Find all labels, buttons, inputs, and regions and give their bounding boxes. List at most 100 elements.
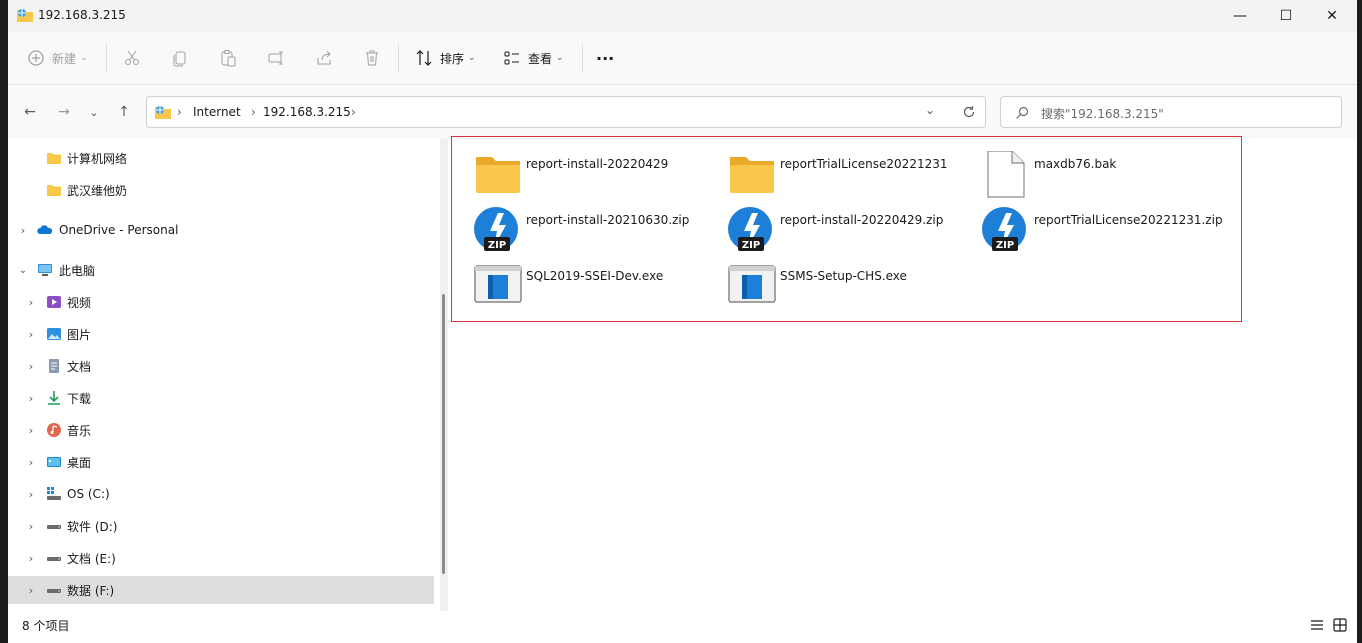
item-count: 8 个项目 [22, 619, 70, 633]
back-arrow-icon: ← [24, 104, 36, 120]
rename-icon [268, 51, 283, 65]
cut-button[interactable] [122, 45, 142, 71]
title-bar: 192.168.3.215 — ☐ ✕ [8, 0, 1357, 32]
sidebar-item-documents[interactable]: › 文档 [8, 352, 434, 380]
chevron-right-icon[interactable]: › [25, 328, 37, 341]
breadcrumb-separator-icon: › [177, 105, 182, 119]
chevron-right-icon[interactable]: › [25, 360, 37, 373]
chevron-down-icon[interactable]: ⌄ [17, 265, 29, 276]
sidebar-item-label: 计算机网络 [67, 151, 128, 166]
breadcrumb-host[interactable]: 192.168.3.215 [263, 105, 351, 119]
breadcrumb-separator-icon: › [251, 105, 256, 119]
minimize-icon: — [1233, 8, 1247, 24]
new-label: 新建 [52, 51, 77, 66]
details-view-button[interactable] [1308, 616, 1326, 634]
minimize-button[interactable]: — [1217, 0, 1263, 32]
recent-locations-button[interactable]: ⌄ [82, 101, 106, 123]
sidebar-item-onedrive[interactable]: › OneDrive - Personal [8, 216, 434, 244]
view-label: 查看 [528, 51, 553, 66]
drive-icon [47, 589, 61, 593]
copy-icon [173, 51, 186, 67]
breadcrumb-internet[interactable]: Internet [193, 105, 241, 119]
explorer-window: 192.168.3.215 — ☐ ✕ 新建 ⌄ 排序 ⌄ 查看 ⌄ ··· ←… [8, 0, 1357, 643]
sidebar-item-label: OS (C:) [67, 487, 110, 501]
sidebar-item-label: 桌面 [67, 455, 92, 470]
paste-icon [221, 50, 236, 67]
sidebar-item-label: 图片 [67, 327, 92, 342]
forward-button[interactable]: → [52, 101, 76, 123]
maximize-icon: ☐ [1279, 8, 1293, 24]
large-icons-view-button[interactable] [1331, 616, 1349, 634]
refresh-icon[interactable] [962, 105, 976, 119]
maximize-button[interactable]: ☐ [1263, 0, 1309, 32]
sidebar-scrollbar[interactable] [440, 139, 448, 611]
share-icon [317, 50, 331, 65]
sidebar-item-music[interactable]: › 音乐 [8, 416, 434, 444]
chevron-right-icon[interactable]: › [25, 552, 37, 565]
new-button[interactable]: 新建 ⌄ [26, 45, 88, 71]
forward-arrow-icon: → [58, 104, 70, 120]
chevron-right-icon[interactable]: › [17, 224, 29, 237]
chevron-down-icon: ⌄ [468, 53, 476, 63]
up-arrow-icon: ↑ [118, 104, 130, 120]
chevron-right-icon[interactable]: › [25, 456, 37, 469]
documents-icon [49, 359, 59, 373]
toolbar-divider [398, 44, 399, 72]
address-bar[interactable]: › Internet › 192.168.3.215 › ⌄ [146, 96, 986, 128]
downloads-icon [48, 391, 60, 405]
close-button[interactable]: ✕ [1309, 0, 1355, 32]
sidebar-item-drive-e[interactable]: › 文档 (E:) [8, 544, 434, 572]
chevron-right-icon[interactable]: › [25, 584, 37, 597]
sort-icon [416, 50, 432, 66]
sidebar-item-label: OneDrive - Personal [59, 223, 179, 237]
videos-icon [47, 296, 61, 308]
chevron-right-icon[interactable]: › [25, 392, 37, 405]
this-pc-icon [38, 264, 52, 276]
sidebar-item-network-folder-2[interactable]: 武汉维他奶 [8, 176, 434, 204]
sidebar-item-label: 视频 [67, 295, 92, 310]
scrollbar-thumb[interactable] [442, 294, 445, 574]
pictures-icon [47, 328, 61, 340]
selection-rectangle [451, 136, 1242, 322]
address-dropdown-icon[interactable]: ⌄ [925, 103, 935, 117]
paste-button[interactable] [218, 45, 238, 71]
sidebar-item-drive-c[interactable]: › OS (C:) [8, 480, 434, 508]
folder-icon [47, 153, 61, 164]
sidebar-item-drive-d[interactable]: › 软件 (D:) [8, 512, 434, 540]
cut-icon [125, 50, 139, 65]
toolbar-divider [106, 44, 107, 72]
chevron-right-icon[interactable]: › [25, 424, 37, 437]
sidebar-item-downloads[interactable]: › 下载 [8, 384, 434, 412]
large-icons-view-icon [1333, 618, 1347, 632]
copy-button[interactable] [170, 45, 190, 71]
sidebar-item-network-folder-1[interactable]: 计算机网络 [8, 144, 434, 172]
chevron-right-icon[interactable]: › [25, 296, 37, 309]
sidebar-item-pictures[interactable]: › 图片 [8, 320, 434, 348]
delete-icon [366, 50, 378, 66]
toolbar-divider [582, 44, 583, 72]
chevron-right-icon[interactable]: › [25, 488, 37, 501]
search-icon [1016, 106, 1029, 119]
os-drive-icon [47, 487, 61, 500]
sort-button[interactable]: 排序 ⌄ [414, 45, 476, 71]
delete-button[interactable] [362, 45, 382, 71]
back-button[interactable]: ← [18, 101, 42, 123]
sidebar-item-this-pc[interactable]: ⌄ 此电脑 [8, 256, 434, 284]
plus-circle-icon [28, 50, 44, 66]
drive-icon [47, 525, 61, 529]
close-icon: ✕ [1326, 8, 1338, 24]
share-button[interactable] [314, 45, 334, 71]
view-icon [504, 51, 519, 65]
sidebar-item-label: 此电脑 [59, 263, 96, 278]
up-button[interactable]: ↑ [112, 101, 136, 123]
sidebar-item-videos[interactable]: › 视频 [8, 288, 434, 316]
sidebar-item-drive-f[interactable]: › 数据 (F:) [8, 576, 434, 604]
sidebar-item-desktop[interactable]: › 桌面 [8, 448, 434, 476]
navigation-pane: 计算机网络 武汉维他奶 › OneDrive - Personal ⌄ 此电脑 … [8, 139, 440, 611]
chevron-right-icon[interactable]: › [25, 520, 37, 533]
rename-button[interactable] [266, 45, 286, 71]
search-box[interactable]: 搜索"192.168.3.215" [1000, 96, 1342, 128]
more-options-button[interactable]: ··· [596, 45, 614, 71]
view-button[interactable]: 查看 ⌄ [502, 45, 564, 71]
sidebar-item-label: 文档 (E:) [67, 551, 116, 566]
